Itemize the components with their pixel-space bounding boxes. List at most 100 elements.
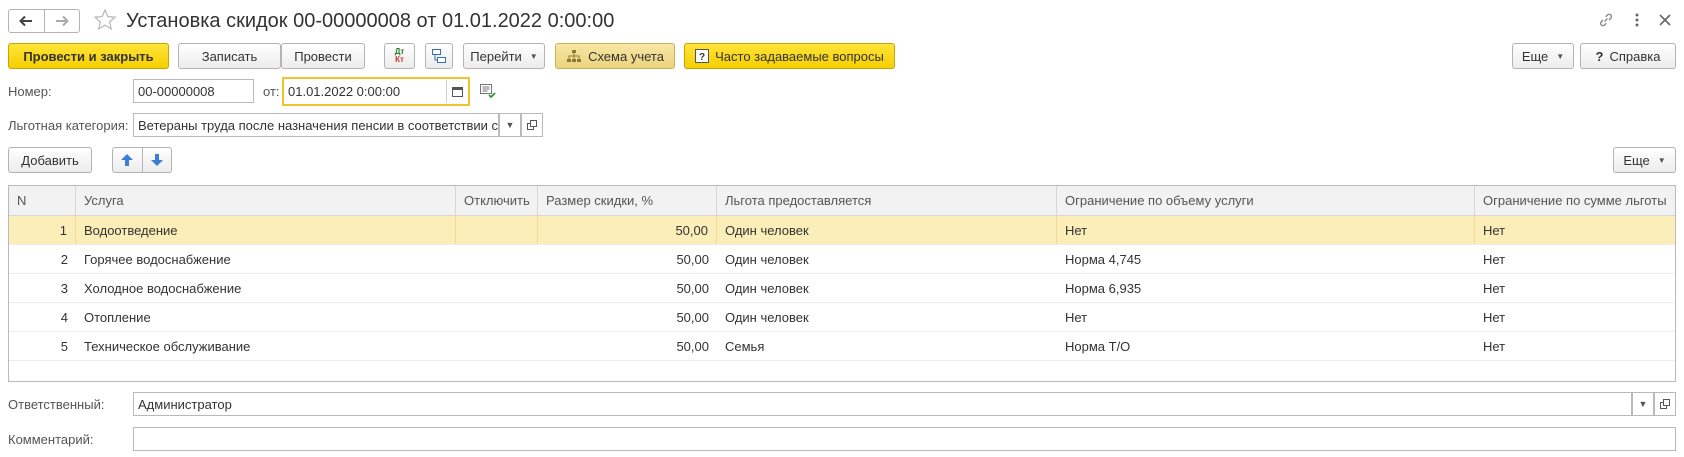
column-header-discount[interactable]: Размер скидки, % bbox=[538, 186, 717, 215]
cell-granted: Один человек bbox=[725, 251, 809, 267]
move-down-button[interactable] bbox=[141, 148, 172, 172]
cell-sum-limit: Нет bbox=[1483, 309, 1506, 325]
column-header-volume-limit[interactable]: Ограничение по объему услуги bbox=[1057, 186, 1475, 215]
cell-volume-limit: Норма 6,935 bbox=[1065, 280, 1142, 296]
cell-service: Техническое обслуживание bbox=[84, 338, 251, 354]
responsible-open-button[interactable] bbox=[1654, 392, 1676, 416]
forward-button[interactable] bbox=[43, 10, 80, 32]
question-mark-icon: ? bbox=[1595, 48, 1604, 64]
star-icon bbox=[93, 8, 117, 31]
help-button[interactable]: ? Справка bbox=[1580, 43, 1676, 69]
table-row[interactable]: 1 Водоотведение 50,00 Один человек Нет Н… bbox=[9, 216, 1675, 245]
navigation-group bbox=[8, 9, 80, 33]
cell-discount: 50,00 bbox=[676, 309, 709, 325]
cell-sum-limit: Нет bbox=[1483, 251, 1506, 267]
dt-kt-button[interactable]: Дт Кт bbox=[384, 43, 415, 69]
question-icon: ? bbox=[695, 49, 710, 63]
table-more-button[interactable]: Еще ▼ bbox=[1613, 147, 1676, 173]
number-field[interactable]: 00-00000008 bbox=[133, 79, 254, 103]
cell-n: 2 bbox=[60, 251, 68, 267]
responsible-field[interactable]: Администратор bbox=[133, 392, 1632, 416]
faq-button[interactable]: ? Часто задаваемые вопросы bbox=[684, 43, 895, 69]
window-title: Установка скидок 00-00000008 от 01.01.20… bbox=[126, 10, 615, 32]
svg-text:?: ? bbox=[699, 52, 705, 63]
favorite-star-button[interactable] bbox=[93, 8, 117, 32]
cell-disable[interactable] bbox=[456, 245, 538, 273]
chevron-down-icon: ▼ bbox=[1556, 51, 1565, 61]
add-button[interactable]: Добавить bbox=[8, 147, 92, 173]
arrow-left-icon bbox=[19, 15, 33, 27]
vertical-dots-icon bbox=[1635, 13, 1639, 27]
column-header-sum-limit[interactable]: Ограничение по сумме льготы bbox=[1475, 186, 1675, 215]
save-button[interactable]: Записать bbox=[178, 43, 281, 69]
column-header-disable[interactable]: Отключить bbox=[456, 186, 538, 215]
more-button[interactable]: Еще ▼ bbox=[1512, 43, 1574, 69]
responsible-dropdown-button[interactable]: ▼ bbox=[1632, 392, 1654, 416]
chevron-down-icon: ▼ bbox=[1657, 155, 1666, 165]
cell-volume-limit: Норма 4,745 bbox=[1065, 251, 1142, 267]
document-structure-icon bbox=[432, 49, 446, 63]
category-label: Льготная категория: bbox=[8, 118, 129, 133]
post-and-close-button[interactable]: Провести и закрыть bbox=[8, 43, 169, 69]
comment-field[interactable] bbox=[133, 427, 1676, 451]
document-status-button[interactable] bbox=[479, 82, 497, 100]
chevron-down-icon: ▼ bbox=[529, 51, 538, 61]
cell-service: Водоотведение bbox=[76, 216, 456, 244]
cell-volume-limit: Норма Т/О bbox=[1065, 338, 1131, 354]
link-button[interactable] bbox=[1596, 10, 1616, 30]
cell-disable[interactable] bbox=[456, 332, 538, 360]
cell-discount: 50,00 bbox=[538, 216, 717, 244]
move-buttons-group bbox=[112, 147, 172, 173]
cell-sum-limit: Нет bbox=[1483, 280, 1506, 296]
responsible-label: Ответственный: bbox=[8, 397, 105, 412]
menu-button[interactable] bbox=[1627, 10, 1647, 30]
table-row[interactable]: 4 Отопление 50,00 Один человек Нет Нет bbox=[9, 303, 1675, 332]
arrow-right-icon bbox=[55, 15, 69, 27]
cell-discount: 50,00 bbox=[676, 251, 709, 267]
posted-document-icon bbox=[480, 84, 496, 99]
cell-discount: 50,00 bbox=[676, 280, 709, 296]
cell-service: Горячее водоснабжение bbox=[84, 251, 231, 267]
close-button[interactable] bbox=[1655, 10, 1675, 30]
calendar-button[interactable] bbox=[446, 80, 468, 103]
cell-n: 3 bbox=[60, 280, 68, 296]
arrow-up-icon bbox=[121, 154, 134, 166]
comment-label: Комментарий: bbox=[8, 432, 94, 447]
category-open-button[interactable] bbox=[521, 113, 543, 137]
number-label: Номер: bbox=[8, 84, 52, 99]
cell-disable[interactable] bbox=[456, 216, 538, 244]
chevron-down-icon: ▼ bbox=[505, 120, 515, 130]
category-field[interactable]: Ветераны труда после назначения пенсии в… bbox=[133, 113, 499, 137]
cell-n: 5 bbox=[60, 338, 68, 354]
close-icon bbox=[1659, 14, 1671, 26]
scheme-icon bbox=[567, 50, 582, 62]
table-row[interactable]: 5 Техническое обслуживание 50,00 Семья Н… bbox=[9, 332, 1675, 361]
cell-volume-limit: Нет bbox=[1057, 216, 1475, 244]
back-button[interactable] bbox=[9, 10, 44, 32]
cell-volume-limit: Нет bbox=[1065, 309, 1088, 325]
cell-granted: Один человек bbox=[725, 280, 809, 296]
cell-disable[interactable] bbox=[456, 274, 538, 302]
structure-button[interactable] bbox=[425, 43, 453, 69]
accounting-scheme-button[interactable]: Схема учета bbox=[555, 43, 675, 69]
cell-service: Отопление bbox=[84, 309, 151, 325]
post-button[interactable]: Провести bbox=[281, 43, 365, 69]
column-header-service[interactable]: Услуга bbox=[76, 186, 456, 215]
cell-disable[interactable] bbox=[456, 303, 538, 331]
discounts-table[interactable]: N Услуга Отключить Размер скидки, % Льго… bbox=[8, 185, 1676, 382]
link-icon bbox=[1599, 13, 1613, 27]
table-row[interactable]: 2 Горячее водоснабжение 50,00 Один челов… bbox=[9, 245, 1675, 274]
cell-granted: Один человек bbox=[717, 216, 1057, 244]
goto-button[interactable]: Перейти ▼ bbox=[463, 43, 545, 69]
cell-granted: Семья bbox=[725, 338, 765, 354]
open-window-icon bbox=[527, 120, 537, 130]
column-header-granted[interactable]: Льгота предоставляется bbox=[717, 186, 1057, 215]
column-header-n[interactable]: N bbox=[9, 186, 76, 215]
move-up-button[interactable] bbox=[113, 148, 142, 172]
date-field[interactable]: 01.01.2022 0:00:00 bbox=[282, 77, 470, 106]
arrow-down-icon bbox=[150, 154, 163, 166]
table-row[interactable]: 3 Холодное водоснабжение 50,00 Один чело… bbox=[9, 274, 1675, 303]
cell-service: Холодное водоснабжение bbox=[84, 280, 242, 296]
cell-sum-limit: Нет bbox=[1483, 222, 1506, 238]
category-dropdown-button[interactable]: ▼ bbox=[499, 113, 521, 137]
